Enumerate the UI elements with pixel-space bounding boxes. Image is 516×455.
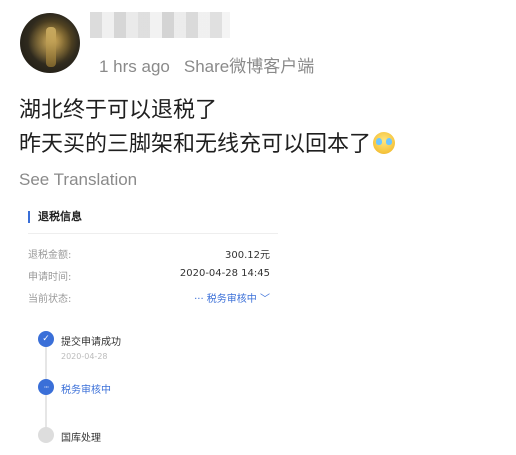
post-meta: 1 hrs ago Share微博客户端	[99, 52, 314, 77]
row-value: 300.12元	[225, 250, 270, 261]
timeline-step-3-label: 国库处理	[61, 433, 101, 444]
timeline-step-1-date: 2020-04-28	[61, 352, 108, 361]
post-line-1: 湖北终于可以退税了	[19, 98, 218, 123]
timeline-step-2-label: 税务审核中	[61, 385, 111, 396]
pending-icon	[38, 427, 54, 443]
card-title: 退税信息	[28, 211, 82, 223]
avatar[interactable]	[20, 13, 80, 73]
row-label: 当前状态:	[28, 294, 72, 305]
post-time: 1 hrs ago	[99, 57, 170, 76]
see-translation-link[interactable]: See Translation	[19, 170, 137, 190]
post-line-2: 昨天买的三脚架和无线充可以回本了	[19, 132, 372, 157]
crying-laughing-emoji-icon	[373, 132, 396, 154]
row-label: 退税金额:	[28, 250, 72, 261]
row-label: 申请时间:	[28, 272, 72, 283]
avatar-tree-silhouette	[46, 27, 56, 67]
card-divider	[28, 233, 278, 234]
share-source[interactable]: Share微博客户端	[184, 57, 314, 76]
timeline-step-1-label: 提交申请成功	[61, 337, 121, 348]
username-redacted	[90, 12, 230, 38]
post-line-2-wrap: 昨天买的三脚架和无线充可以回本了	[19, 128, 396, 162]
status-value[interactable]: ··· 税务审核中 ﹀	[194, 290, 270, 305]
post-text: 湖北终于可以退税了 昨天买的三脚架和无线充可以回本了	[19, 94, 396, 162]
check-icon: ✓	[38, 331, 54, 347]
in-progress-icon: ···	[38, 379, 54, 395]
refund-info-card: 退税信息 退税金额: 300.12元 申请时间: 2020-04-28 14:4…	[28, 205, 278, 445]
row-value: 2020-04-28 14:45	[179, 268, 270, 279]
